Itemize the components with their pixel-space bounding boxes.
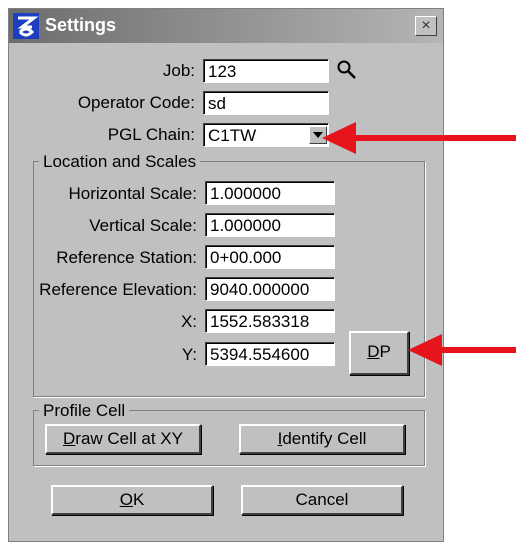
settings-dialog: Settings × Job: 123 Operator Code: sd PG… <box>8 8 444 542</box>
vertical-scale-label: Vertical Scale: <box>89 216 197 235</box>
location-scales-title: Location and Scales <box>39 152 201 172</box>
reference-elevation-label: Reference Elevation: <box>39 280 197 299</box>
operator-code-label: Operator Code: <box>77 93 195 112</box>
cancel-button[interactable]: Cancel <box>241 485 403 515</box>
profile-cell-title: Profile Cell <box>39 401 130 421</box>
reference-station-label: Reference Station: <box>56 248 197 267</box>
identify-cell-button[interactable]: Identify Cell <box>239 424 405 454</box>
horizontal-scale-label: Horizontal Scale: <box>68 184 197 203</box>
close-button[interactable]: × <box>415 16 437 36</box>
job-label: Job: <box>162 61 195 80</box>
y-coordinate-input[interactable]: 5394.554600 <box>205 342 335 366</box>
draw-cell-button[interactable]: Draw Cell at XY <box>45 424 201 454</box>
reference-station-input[interactable]: 0+00.000 <box>205 245 335 269</box>
x-label: X: <box>180 312 197 331</box>
vertical-scale-input[interactable]: 1.000000 <box>205 213 335 237</box>
title-bar: Settings × <box>9 9 443 43</box>
dp-button[interactable]: DP <box>349 331 409 375</box>
operator-code-input[interactable]: sd <box>203 91 329 115</box>
app-logo-icon <box>13 13 39 39</box>
reference-elevation-input[interactable]: 9040.000000 <box>205 277 335 301</box>
y-label: Y: <box>181 345 197 364</box>
search-icon[interactable] <box>336 59 358 81</box>
window-title: Settings <box>45 15 117 35</box>
close-icon: × <box>421 17 431 34</box>
annotation-arrow-dp <box>408 334 516 366</box>
x-coordinate-input[interactable]: 1552.583318 <box>205 309 335 333</box>
ok-button[interactable]: OK <box>51 485 213 515</box>
annotation-arrow-pgl-chain <box>322 122 516 154</box>
horizontal-scale-input[interactable]: 1.000000 <box>205 181 335 205</box>
pgl-chain-label: PGL Chain: <box>107 125 195 144</box>
job-input[interactable]: 123 <box>203 59 329 83</box>
pgl-chain-value: C1TW <box>208 126 257 145</box>
